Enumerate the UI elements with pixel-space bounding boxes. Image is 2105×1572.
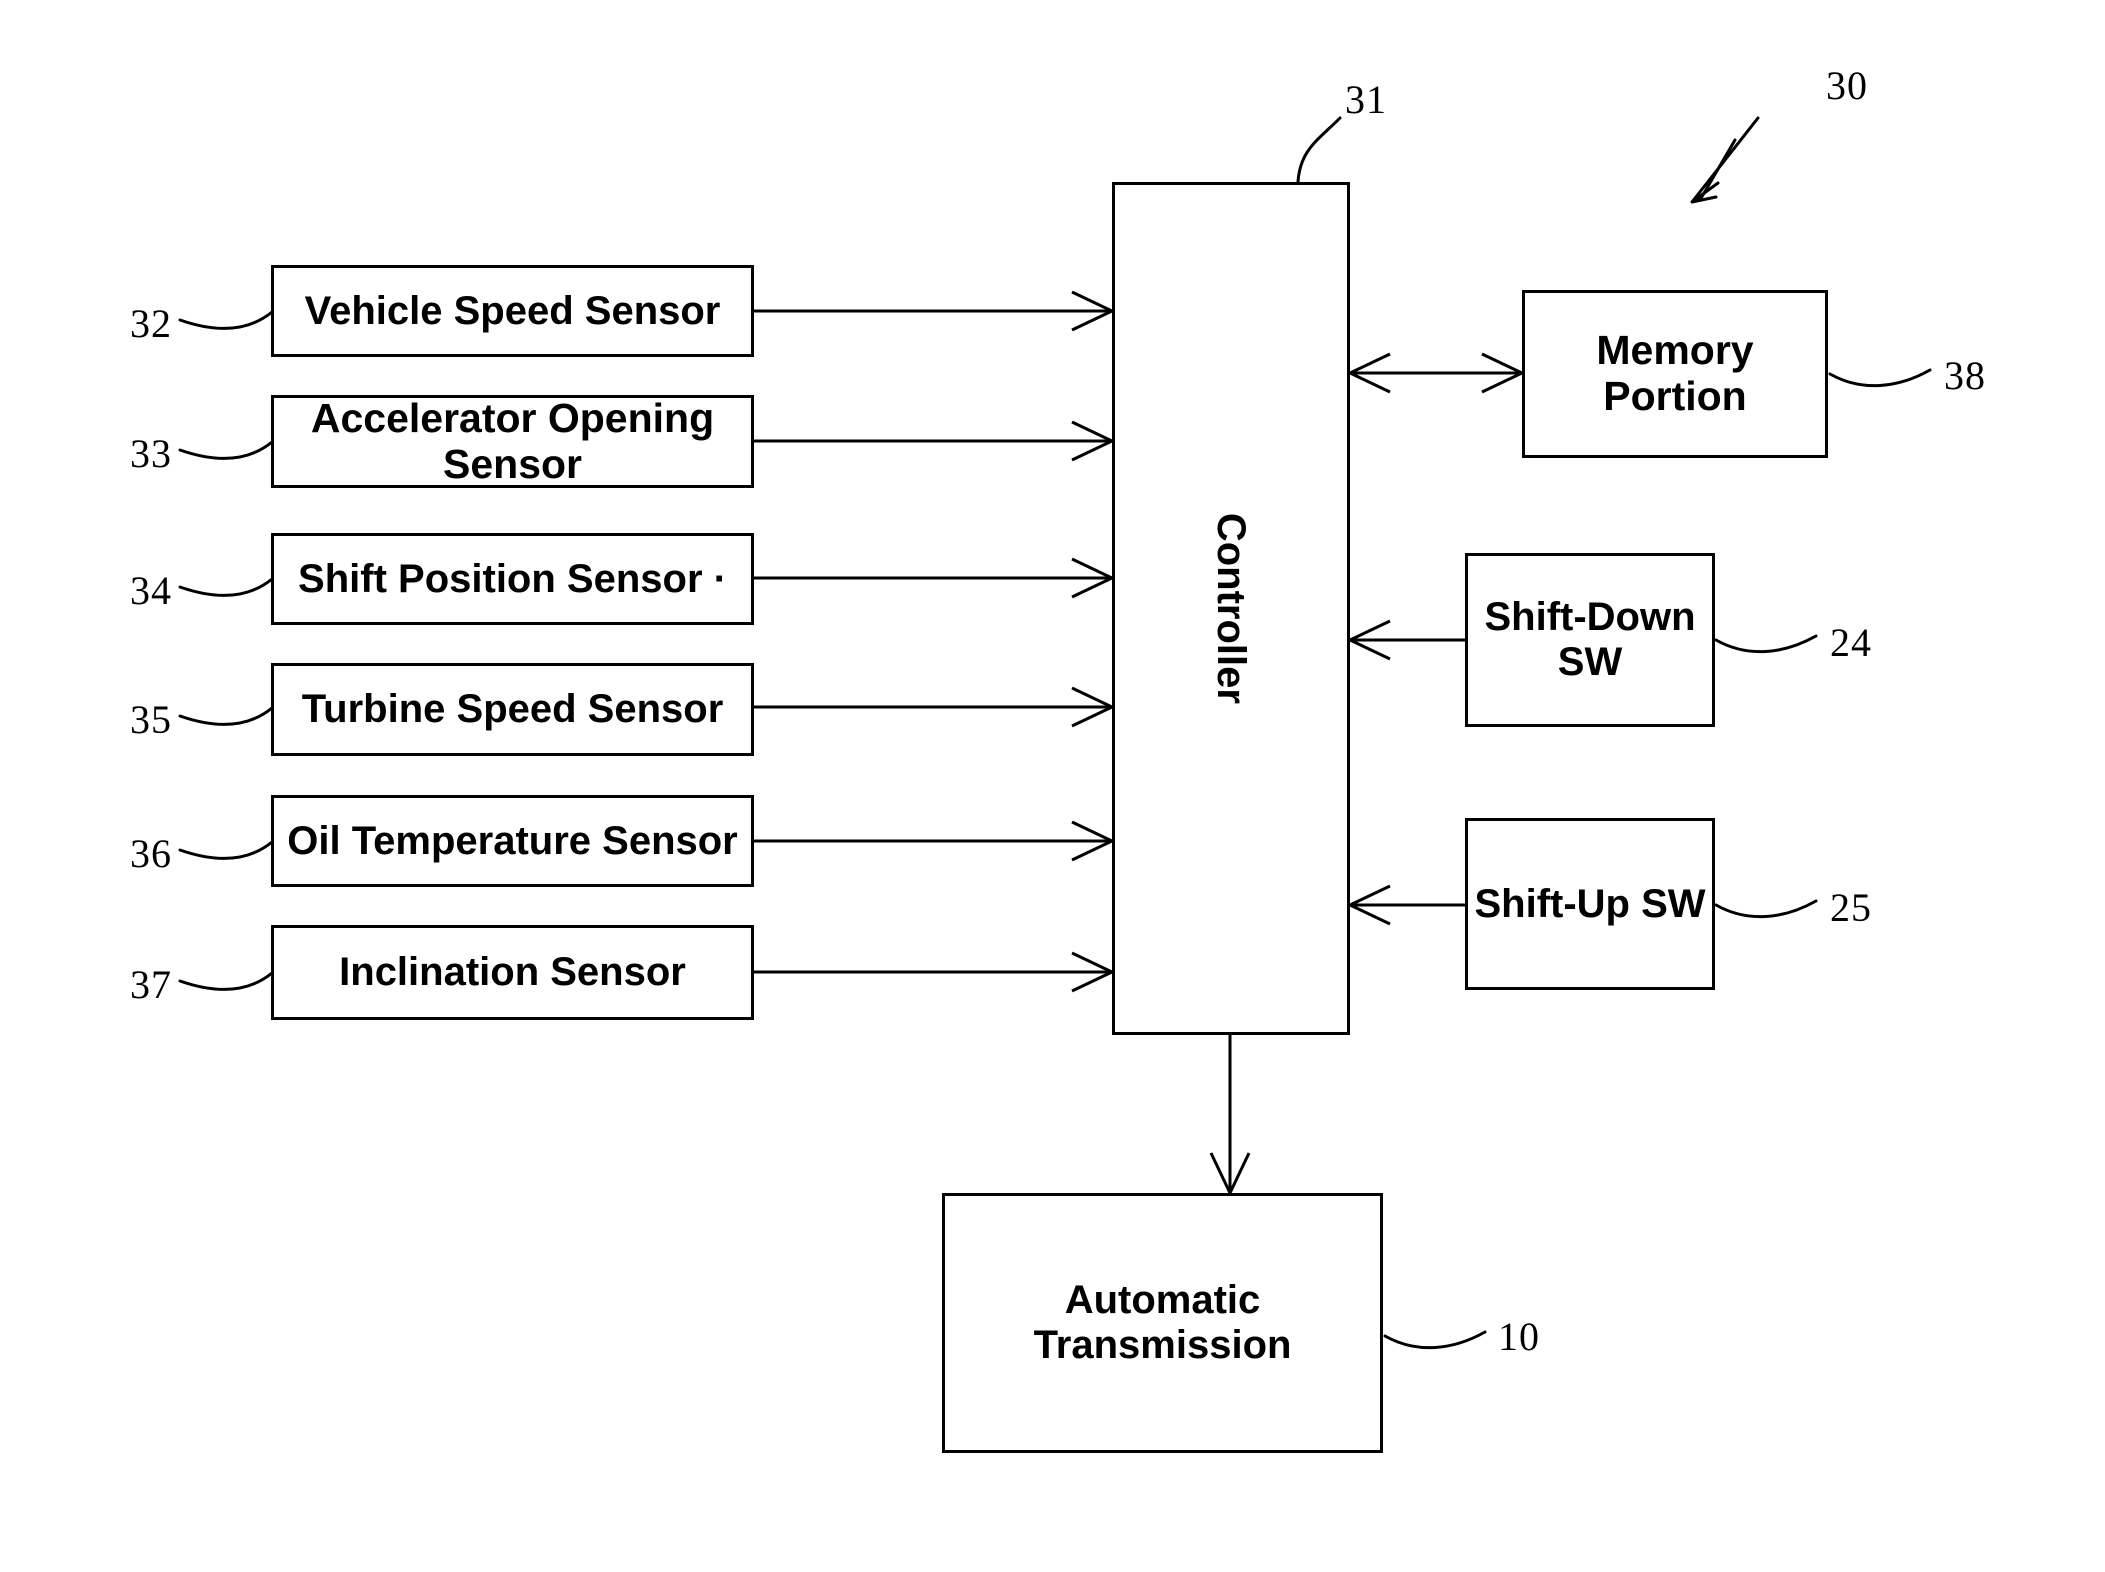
box-label: Shift Position Sensor · xyxy=(298,556,727,601)
arrow-turbine-speed xyxy=(754,686,1116,728)
leader-25 xyxy=(1714,899,1818,919)
arrow-oil-temperature xyxy=(754,820,1116,862)
sensor-to-controller-arrows xyxy=(754,290,1116,993)
patent-figure-canvas: Vehicle Speed Sensor 32 Accelerator Open… xyxy=(0,0,2105,1572)
leader-34 xyxy=(178,577,274,597)
box-turbine-speed-sensor[interactable]: Turbine Speed Sensor xyxy=(271,663,754,756)
controller-label: Controller xyxy=(1209,512,1254,705)
box-shift-up-sw[interactable]: Shift-Up SW xyxy=(1465,818,1715,990)
box-memory-portion[interactable]: Memory Portion xyxy=(1522,290,1828,458)
box-label-line1: Automatic xyxy=(1064,1278,1261,1323)
leader-31 xyxy=(1296,116,1342,184)
ref-30: 30 xyxy=(1826,63,1868,108)
leader-32 xyxy=(178,310,274,330)
leader-35 xyxy=(178,706,274,726)
arrow-vehicle-speed xyxy=(754,290,1116,332)
box-shift-position-sensor[interactable]: Shift Position Sensor · xyxy=(271,533,754,625)
arrow-controller-memory xyxy=(1346,352,1526,394)
box-oil-temperature-sensor[interactable]: Oil Temperature Sensor xyxy=(271,795,754,887)
ref-34: 34 xyxy=(130,568,172,613)
box-label: Vehicle Speed Sensor xyxy=(304,288,721,333)
box-label: Turbine Speed Sensor xyxy=(301,687,724,732)
ref-33: 33 xyxy=(130,431,172,476)
leader-36 xyxy=(178,840,274,860)
box-label: Memory Portion xyxy=(1596,327,1754,419)
box-label: Accelerator Opening Sensor xyxy=(310,394,715,487)
ref-31: 31 xyxy=(1345,77,1387,122)
box-label: Inclination Sensor xyxy=(339,950,686,995)
ref-24: 24 xyxy=(1830,620,1872,665)
ref-38: 38 xyxy=(1944,353,1986,398)
leader-33 xyxy=(178,440,274,460)
ref-36: 36 xyxy=(130,831,172,876)
box-label: Shift-Up SW xyxy=(1474,881,1706,926)
ref-35: 35 xyxy=(130,697,172,742)
leader-10 xyxy=(1383,1330,1487,1350)
ref-25: 25 xyxy=(1830,885,1872,930)
box-shift-down-sw[interactable]: Shift-Down SW xyxy=(1465,553,1715,727)
arrow-inclination xyxy=(754,951,1116,993)
box-controller[interactable]: Controller xyxy=(1112,182,1350,1035)
arrow-shiftdown-controller xyxy=(1346,619,1465,661)
box-automatic-transmission[interactable]: Automatic Transmission xyxy=(942,1193,1383,1453)
leader-38 xyxy=(1828,368,1932,388)
box-label: Oil Temperature Sensor xyxy=(287,818,738,863)
arrow-controller-transmission xyxy=(1209,1035,1251,1197)
ref-37: 37 xyxy=(130,962,172,1007)
ref-10: 10 xyxy=(1498,1314,1540,1359)
ref-32: 32 xyxy=(130,301,172,346)
box-inclination-sensor[interactable]: Inclination Sensor xyxy=(271,925,754,1020)
box-accelerator-opening-sensor[interactable]: Accelerator Opening Sensor xyxy=(271,395,754,488)
system-arrow-30 xyxy=(1690,116,1760,204)
arrow-shiftup-controller xyxy=(1346,884,1465,926)
box-label-line2: Transmission xyxy=(1033,1323,1292,1367)
leader-24 xyxy=(1714,634,1818,654)
arrow-shift-position xyxy=(754,557,1116,599)
arrow-accelerator-opening xyxy=(754,420,1116,462)
box-label: Shift-Down SW xyxy=(1484,595,1696,684)
leader-37 xyxy=(178,971,274,991)
box-vehicle-speed-sensor[interactable]: Vehicle Speed Sensor xyxy=(271,265,754,357)
